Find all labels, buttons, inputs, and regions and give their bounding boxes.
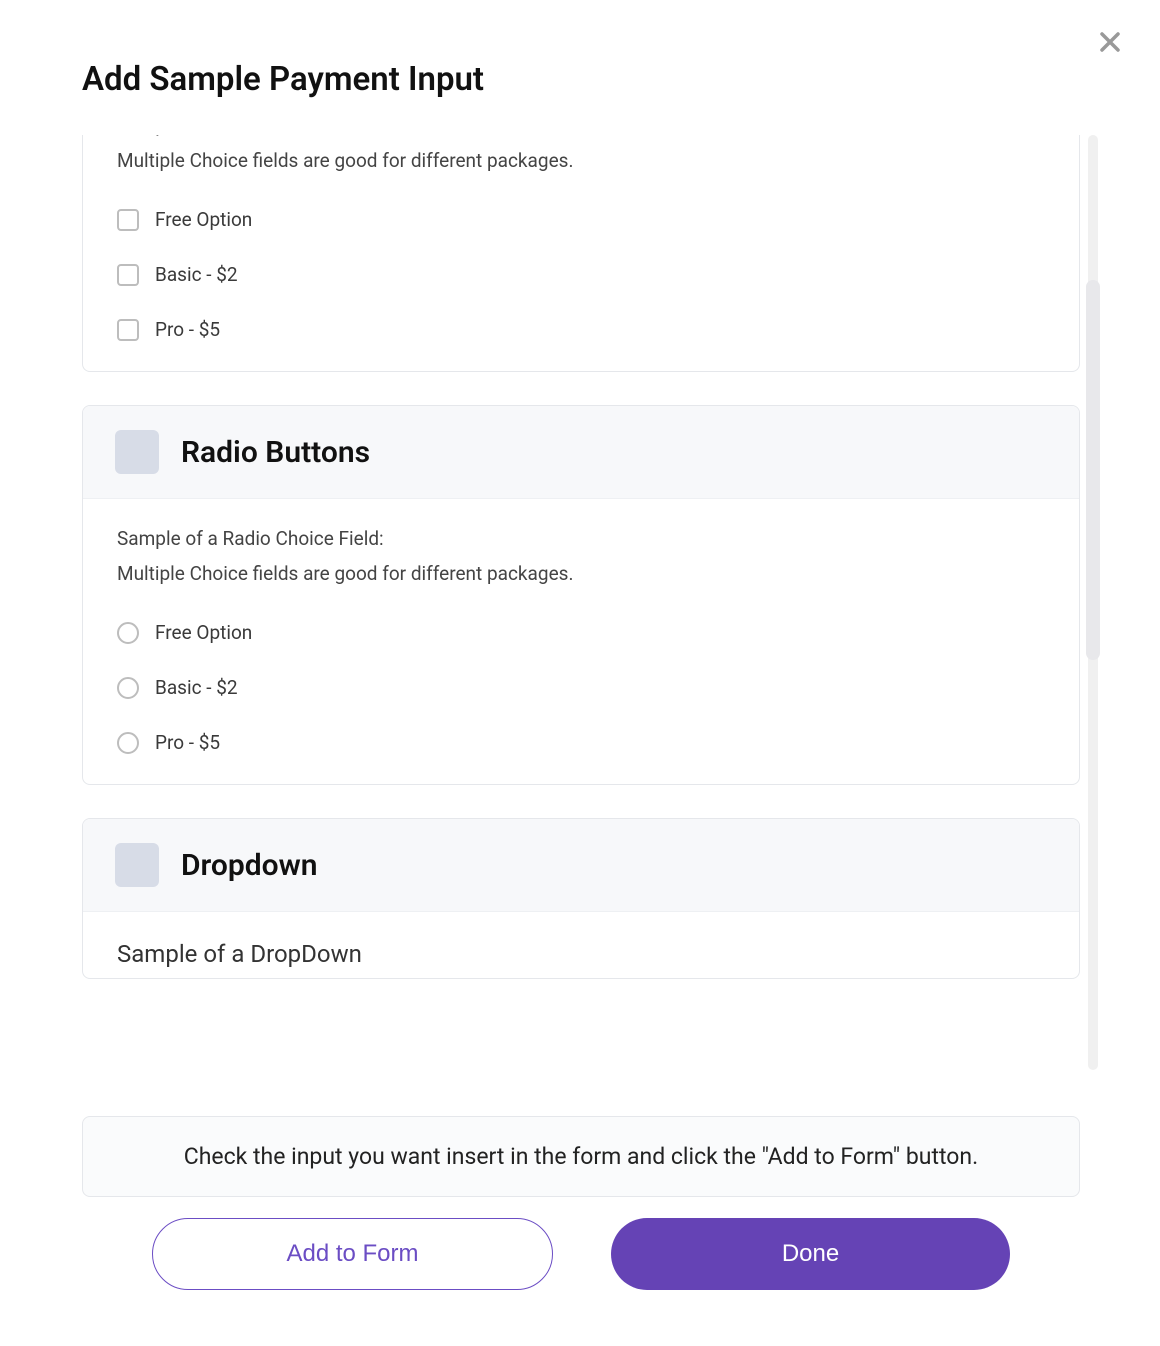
checkbox-input[interactable]	[117, 264, 139, 286]
options-scroll-area: Sample of a Checkbox Choice Field: Multi…	[82, 135, 1080, 1070]
radio-sample-desc: Multiple Choice fields are good for diff…	[117, 562, 1045, 585]
checkbox-option-row: Free Option	[117, 208, 1045, 231]
scrollbar-thumb[interactable]	[1086, 280, 1100, 660]
sample-card-dropdown: Dropdown Sample of a DropDown	[82, 818, 1080, 979]
checkbox-option-row: Pro - $5	[117, 318, 1045, 341]
card-header-radio: Radio Buttons	[83, 406, 1079, 499]
checkbox-sample-desc: Multiple Choice fields are good for diff…	[117, 149, 1045, 172]
card-title-radio: Radio Buttons	[181, 435, 370, 470]
add-to-form-button[interactable]: Add to Form	[152, 1218, 553, 1290]
checkbox-sample-label: Sample of a Checkbox Choice Field:	[117, 135, 1045, 137]
radio-option-label: Pro - $5	[155, 731, 220, 754]
done-button[interactable]: Done	[611, 1218, 1010, 1290]
dropdown-sample-label: Sample of a DropDown	[117, 940, 1045, 968]
checkbox-option-label: Free Option	[155, 208, 252, 231]
radio-input[interactable]	[117, 677, 139, 699]
checkbox-option-label: Pro - $5	[155, 318, 220, 341]
card-title-dropdown: Dropdown	[181, 848, 318, 883]
radio-option-row: Pro - $5	[117, 731, 1045, 754]
radio-input[interactable]	[117, 732, 139, 754]
modal-footer-buttons: Add to Form Done	[82, 1218, 1080, 1290]
checkbox-input[interactable]	[117, 319, 139, 341]
checkbox-option-row: Basic - $2	[117, 263, 1045, 286]
card-header-dropdown: Dropdown	[83, 819, 1079, 912]
radio-option-row: Basic - $2	[117, 676, 1045, 699]
modal-title: Add Sample Payment Input	[82, 60, 484, 99]
sample-card-checkbox: Sample of a Checkbox Choice Field: Multi…	[82, 135, 1080, 372]
radio-option-label: Basic - $2	[155, 676, 238, 699]
checkbox-input[interactable]	[117, 209, 139, 231]
select-dropdown-sample-checkbox[interactable]	[115, 843, 159, 887]
radio-input[interactable]	[117, 622, 139, 644]
radio-option-row: Free Option	[117, 621, 1045, 644]
sample-card-radio: Radio Buttons Sample of a Radio Choice F…	[82, 405, 1080, 785]
checkbox-option-label: Basic - $2	[155, 263, 238, 286]
close-icon[interactable]	[1096, 28, 1124, 56]
radio-option-label: Free Option	[155, 621, 252, 644]
select-radio-sample-checkbox[interactable]	[115, 430, 159, 474]
instruction-text: Check the input you want insert in the f…	[82, 1116, 1080, 1197]
radio-sample-label: Sample of a Radio Choice Field:	[117, 527, 1045, 550]
